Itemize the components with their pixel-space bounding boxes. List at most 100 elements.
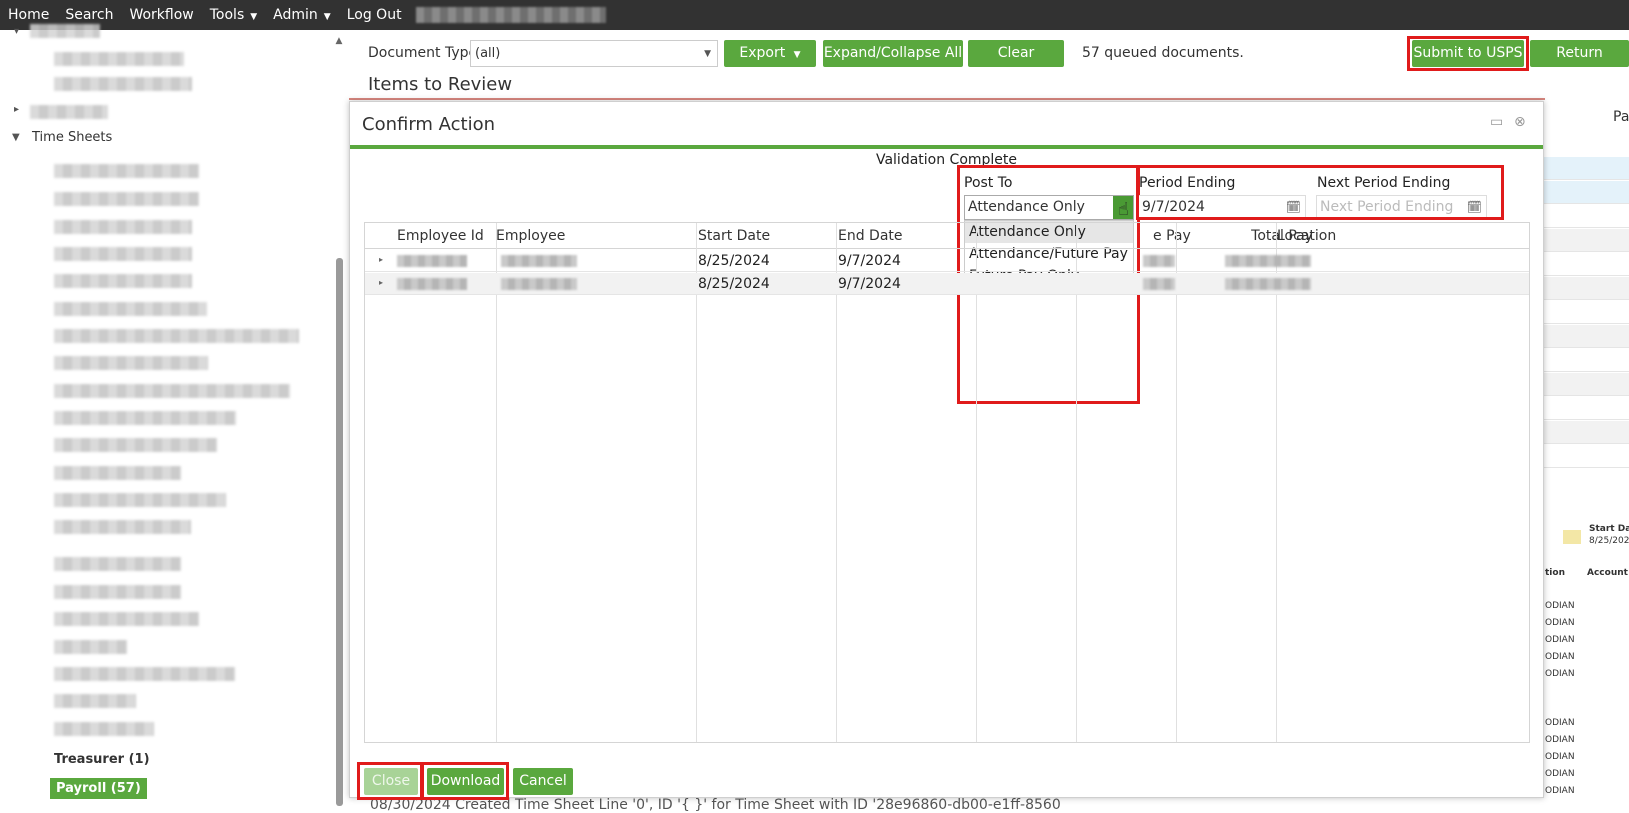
col-pay[interactable]: e Pay — [1153, 228, 1191, 244]
bg-row — [1543, 157, 1629, 180]
bg-row — [1543, 373, 1629, 396]
document-type-select[interactable]: (all) ▼ — [470, 40, 718, 67]
redacted-item[interactable] — [54, 384, 290, 398]
next-period-ending-input[interactable]: Next Period Ending 🗓 — [1316, 195, 1487, 220]
redacted-item[interactable] — [54, 164, 199, 178]
redacted-total-pay — [1225, 255, 1311, 267]
row-expand-icon[interactable]: ▸ — [379, 255, 383, 264]
tree-expand-icon[interactable]: ▸ — [14, 104, 19, 115]
export-button[interactable]: Export ▼ — [724, 40, 816, 67]
grid-header: Employee Id Employee Start Date End Date… — [365, 223, 1529, 249]
nav-workflow[interactable]: Workflow — [121, 0, 201, 30]
row-end-date: 9/7/2024 — [838, 276, 901, 292]
redacted-item[interactable] — [54, 557, 181, 571]
export-label: Export — [739, 45, 786, 61]
bg-cell: ODIAN — [1545, 618, 1575, 628]
close-button[interactable]: Close — [364, 768, 418, 795]
scroll-up-icon[interactable]: ▲ — [334, 36, 344, 46]
bg-cell: ODIAN — [1545, 786, 1575, 796]
bg-row — [1543, 253, 1629, 276]
return-button[interactable]: Return — [1530, 40, 1629, 67]
bg-col-account: Account — [1587, 568, 1628, 578]
redacted-total-pay — [1225, 278, 1311, 290]
close-icon[interactable]: ⊗ — [1514, 114, 1526, 130]
tree-collapse-icon[interactable]: ▼ — [12, 132, 20, 143]
redacted-item[interactable] — [54, 411, 236, 425]
redacted-item[interactable] — [54, 52, 184, 66]
col-employee[interactable]: Employee — [496, 228, 565, 244]
nav-admin[interactable]: Admin ▼ — [265, 0, 339, 30]
redacted-item[interactable] — [54, 192, 199, 206]
redacted-item[interactable] — [54, 274, 192, 288]
row-end-date: 9/7/2024 — [838, 253, 901, 269]
period-ending-input[interactable]: 9/7/2024 🗓 — [1138, 195, 1306, 220]
nav-logout[interactable]: Log Out — [339, 0, 410, 30]
redacted-item[interactable] — [54, 247, 192, 261]
redacted-item[interactable] — [54, 694, 136, 708]
redacted-item[interactable] — [54, 77, 192, 91]
redacted-item — [30, 24, 100, 38]
section-divider — [349, 98, 1545, 100]
tree-collapse-icon[interactable]: ▾ — [14, 26, 19, 37]
redacted-item[interactable] — [54, 520, 191, 534]
col-end-date[interactable]: End Date — [838, 228, 903, 244]
expand-collapse-button[interactable]: Expand/Collapse All — [823, 40, 963, 67]
redacted-item[interactable] — [54, 220, 192, 234]
grid-column-divider — [696, 223, 697, 742]
sidebar-time-sheets[interactable]: Time Sheets — [32, 130, 112, 145]
bg-cell: ODIAN — [1545, 669, 1575, 679]
sidebar-scrollbar[interactable]: ▲ — [334, 36, 344, 806]
redacted-item[interactable] — [54, 667, 235, 681]
bg-start-date-label: Start Date — [1589, 524, 1629, 534]
sidebar-payroll[interactable]: Payroll (57) — [50, 778, 147, 799]
grid-column-divider — [976, 223, 977, 742]
caret-down-icon: ▼ — [793, 50, 801, 60]
redacted-item[interactable] — [54, 640, 127, 654]
redacted-item[interactable] — [54, 302, 207, 316]
submit-usps-button[interactable]: Submit to USPS — [1412, 40, 1524, 67]
redacted-item[interactable] — [54, 438, 217, 452]
redacted-item[interactable] — [54, 466, 181, 480]
caret-down-icon: ▼ — [250, 12, 258, 22]
redacted-item[interactable] — [30, 105, 108, 119]
bg-cell: ODIAN — [1545, 601, 1575, 611]
table-row[interactable]: ▸ 8/25/2024 9/7/2024 — [365, 250, 1529, 272]
redacted-item[interactable] — [54, 612, 199, 626]
redacted-item[interactable] — [54, 585, 181, 599]
post-to-select[interactable]: Attendance Only — [964, 195, 1134, 220]
scroll-thumb[interactable] — [336, 258, 343, 806]
bg-cell: ODIAN — [1545, 752, 1575, 762]
items-to-review-title: Items to Review — [368, 74, 513, 95]
calendar-icon[interactable]: 🗓 — [1286, 200, 1301, 214]
redacted-item[interactable] — [54, 356, 208, 370]
clear-button[interactable]: Clear — [968, 40, 1064, 67]
redacted-item[interactable] — [54, 493, 226, 507]
bg-row — [1543, 445, 1629, 468]
col-employee-id[interactable]: Employee Id — [397, 228, 484, 244]
bg-col-tion: tion — [1545, 568, 1565, 578]
bg-row — [1543, 301, 1629, 324]
cancel-button[interactable]: Cancel — [513, 768, 573, 795]
grid-column-divider — [1176, 223, 1177, 742]
bg-cell: ODIAN — [1545, 718, 1575, 728]
next-period-placeholder: Next Period Ending — [1320, 199, 1454, 215]
download-button[interactable]: Download — [427, 768, 504, 795]
period-ending-label: Period Ending — [1139, 175, 1236, 191]
bg-header-tail: Pa — [1613, 109, 1629, 125]
document-type-value: (all) — [475, 46, 501, 61]
redacted-item[interactable] — [54, 722, 154, 736]
col-location[interactable]: Location — [1277, 228, 1336, 244]
bg-row — [1543, 205, 1629, 228]
nav-admin-label: Admin — [273, 7, 318, 23]
maximize-icon[interactable]: ▭ — [1490, 114, 1503, 130]
table-row[interactable]: ▸ 8/25/2024 9/7/2024 — [365, 273, 1529, 295]
redacted-item[interactable] — [54, 329, 299, 343]
row-expand-icon[interactable]: ▸ — [379, 278, 383, 287]
period-ending-value: 9/7/2024 — [1142, 199, 1205, 215]
col-start-date[interactable]: Start Date — [698, 228, 770, 244]
bg-cell: ODIAN — [1545, 769, 1575, 779]
nav-tools[interactable]: Tools ▼ — [202, 0, 265, 30]
sidebar-treasurer[interactable]: Treasurer (1) — [54, 752, 150, 767]
calendar-icon[interactable]: 🗓 — [1467, 200, 1482, 214]
document-type-label: Document Type — [368, 45, 478, 61]
